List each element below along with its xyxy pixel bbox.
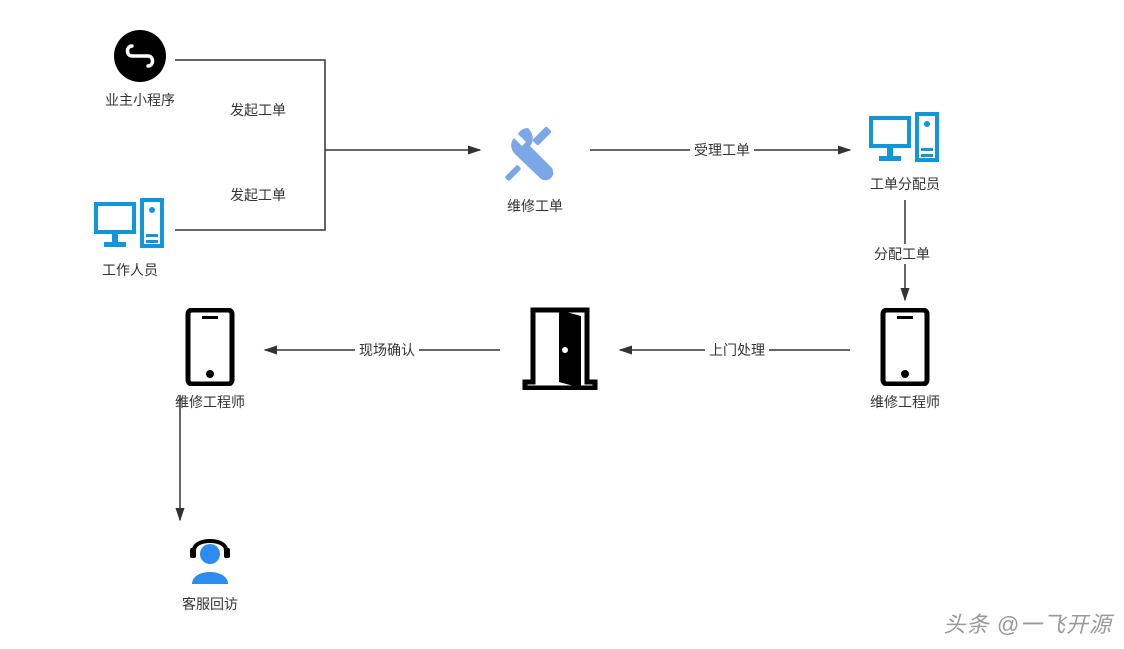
edge-label-create-1: 发起工单 [226, 100, 290, 120]
node-engineer-left: 维修工程师 [160, 308, 260, 412]
node-owner-app-label: 业主小程序 [105, 90, 175, 110]
watermark: 头条 @一飞开源 [944, 607, 1112, 639]
node-engineer-left-label: 维修工程师 [175, 392, 245, 412]
node-work-order-label: 维修工单 [507, 196, 563, 216]
edge-label-accept: 受理工单 [690, 140, 754, 160]
wrench-icon [500, 120, 570, 190]
node-work-order: 维修工单 [485, 120, 585, 216]
mobile-icon [879, 308, 931, 386]
node-dispatcher-label: 工单分配员 [870, 174, 940, 194]
node-staff: 工作人员 [80, 198, 180, 280]
mobile-icon [184, 308, 236, 386]
node-door [510, 306, 610, 390]
node-callback: 客服回访 [160, 528, 260, 614]
door-icon [515, 306, 605, 390]
node-owner-app: 业主小程序 [90, 28, 190, 110]
edge-label-create-2: 发起工单 [226, 185, 290, 205]
node-callback-label: 客服回访 [182, 594, 238, 614]
miniapp-icon [112, 28, 168, 84]
node-dispatcher: 工单分配员 [855, 112, 955, 194]
node-staff-label: 工作人员 [102, 260, 158, 280]
edge-label-onsite: 上门处理 [705, 340, 769, 360]
node-engineer-right: 维修工程师 [855, 308, 955, 412]
node-engineer-right-label: 维修工程师 [870, 392, 940, 412]
watermark-text: 头条 @一飞开源 [944, 607, 1112, 639]
headset-person-icon [180, 528, 240, 588]
edge-label-assign: 分配工单 [870, 244, 934, 264]
workstation-icon [94, 198, 166, 254]
edge-label-confirm: 现场确认 [355, 340, 419, 360]
workstation-icon [869, 112, 941, 168]
